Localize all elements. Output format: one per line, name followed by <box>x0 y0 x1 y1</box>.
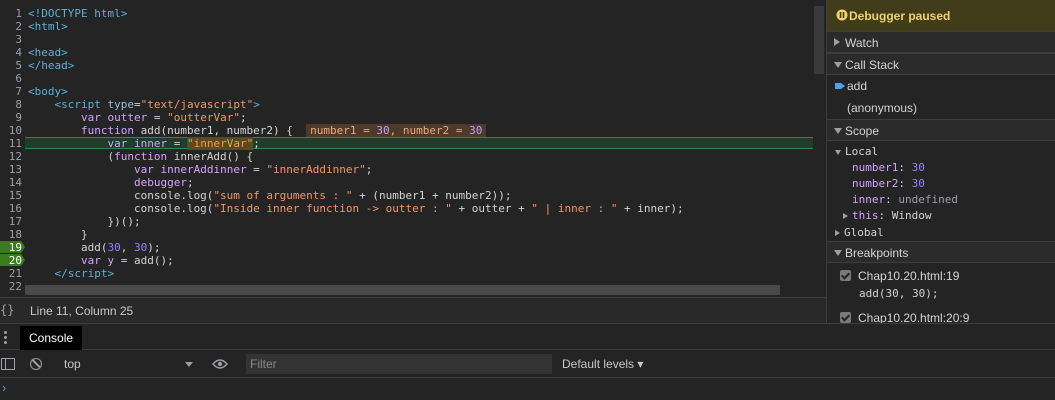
line-number[interactable]: 7 <box>0 85 22 98</box>
code-line: })(); <box>28 215 141 228</box>
line-number[interactable]: 15 <box>0 189 22 202</box>
breakpoint-checkbox[interactable] <box>840 312 851 323</box>
scope-global[interactable]: Global <box>835 226 884 239</box>
code-line: var inner = "innerVar"; <box>107 137 260 150</box>
pause-icon <box>836 9 848 21</box>
line-number[interactable]: 11 <box>0 137 22 150</box>
code-line: <!DOCTYPE html> <box>28 7 128 20</box>
context-selector[interactable]: top <box>64 357 81 371</box>
breakpoints-label: Breakpoints <box>845 246 909 260</box>
scope-var-number2[interactable]: number2: 30 <box>852 177 925 190</box>
code-line: (function innerAdd() { <box>28 150 254 163</box>
devtools-window: 1 2 3 4 5 6 7 8 9 10 11 12 13 14 15 16 17 18 19 20 21 22 <!DO… <box>0 0 1055 400</box>
tab-console[interactable]: Console <box>20 326 83 350</box>
pretty-print-button[interactable]: {} <box>0 303 20 317</box>
scope-var-number1[interactable]: number1: 30 <box>852 161 925 174</box>
console-prompt[interactable]: › <box>2 380 6 395</box>
chevron-down-icon <box>834 250 842 256</box>
cursor-position: Line 11, Column 25 <box>30 304 134 318</box>
line-number[interactable]: 1 <box>0 7 22 20</box>
line-number[interactable]: 6 <box>0 72 22 85</box>
line-number[interactable]: 18 <box>0 228 22 241</box>
code-line: var innerAddinner = "innerAddinner"; <box>133 163 373 176</box>
breakpoint-code: add(30, 30); <box>859 287 939 300</box>
clear-console-icon[interactable] <box>30 358 42 370</box>
chevron-down-icon <box>834 62 842 68</box>
chevron-right-icon <box>834 38 840 46</box>
scope-section-header[interactable]: Scope <box>827 119 1055 141</box>
log-levels-dropdown[interactable]: Default levels ▾ <box>562 357 643 371</box>
scope-var-this[interactable]: this: Window <box>843 209 932 222</box>
current-frame-arrow-icon <box>835 83 845 89</box>
line-number[interactable]: 13 <box>0 163 22 176</box>
source-editor[interactable]: 1 2 3 4 5 6 7 8 9 10 11 12 13 14 15 16 17 18 19 20 21 22 <!DO… <box>0 0 826 297</box>
callstack-frame-add[interactable]: add <box>847 79 867 93</box>
line-number[interactable]: 10 <box>0 124 22 137</box>
chevron-right-icon <box>843 213 848 219</box>
more-tabs-icon[interactable] <box>4 330 10 344</box>
code-line: console.log("sum of arguments : " + (num… <box>28 189 512 202</box>
breakpoint-location[interactable]: Chap10.20.html:19 <box>858 269 959 283</box>
code-line: <html> <box>28 20 68 33</box>
line-number[interactable]: 14 <box>0 176 22 189</box>
watch-label: Watch <box>845 36 879 50</box>
scope-label: Scope <box>845 124 880 138</box>
code-line: </head> <box>28 59 75 72</box>
console-drawer: Console top Default levels ▾ › <box>0 323 1055 400</box>
breakpoint-location[interactable]: Chap10.20.html:20:9 <box>858 311 969 323</box>
code-line: <script type="text/javascript"> <box>54 98 260 111</box>
show-sidebar-icon[interactable] <box>1 358 15 370</box>
callstack-frame-anonymous[interactable]: (anonymous) <box>847 101 917 115</box>
line-number[interactable]: 2 <box>0 20 22 33</box>
chevron-down-icon[interactable] <box>185 362 193 367</box>
line-number[interactable]: 20 <box>0 254 22 267</box>
code-line: var outter = "outterVar"; <box>80 111 247 124</box>
callstack-label: Call Stack <box>845 58 900 72</box>
line-number-gutter[interactable]: 1 2 3 4 5 6 7 8 9 10 11 12 13 14 15 16 17 18 19 20 21 22 <box>0 0 25 297</box>
horizontal-scrollbar[interactable] <box>25 285 780 295</box>
line-number[interactable]: 21 <box>0 267 22 280</box>
line-number[interactable]: 19 <box>0 241 22 254</box>
chevron-down-icon <box>835 149 841 155</box>
line-number[interactable]: 4 <box>0 46 22 59</box>
line-number[interactable]: 17 <box>0 215 22 228</box>
line-number[interactable]: 9 <box>0 111 22 124</box>
chevron-right-icon <box>835 230 840 236</box>
code-line: <head> <box>28 46 68 59</box>
code-line: console.log("Inside inner function -> ou… <box>28 202 684 215</box>
code-line: add(30, 30); <box>28 241 161 254</box>
line-number[interactable]: 5 <box>0 59 22 72</box>
scope-var-inner[interactable]: inner: undefined <box>852 193 958 206</box>
code-line: function add(number1, number2) { number1… <box>28 124 487 137</box>
callstack-section-header[interactable]: Call Stack <box>827 53 1055 75</box>
code-line: </script> <box>54 267 115 280</box>
code-line: var y = add(); <box>80 254 174 267</box>
drawer-tabbar: Console <box>0 324 1055 350</box>
eye-icon[interactable] <box>212 359 228 369</box>
paused-label: Debugger paused <box>849 9 951 23</box>
chevron-down-icon <box>834 128 842 134</box>
line-number[interactable]: 16 <box>0 202 22 215</box>
code-line: debugger; <box>133 176 194 189</box>
line-number[interactable]: 8 <box>0 98 22 111</box>
code-line: } <box>28 228 88 241</box>
paused-banner: Debugger paused <box>827 0 1055 31</box>
editor-status-bar: {} Line 11, Column 25 <box>0 297 826 323</box>
debugger-sidebar: Debugger paused Watch Call Stack add (an… <box>826 0 1055 323</box>
console-toolbar: top Default levels ▾ <box>0 350 1055 378</box>
line-number[interactable]: 3 <box>0 33 22 46</box>
line-number[interactable]: 12 <box>0 150 22 163</box>
breakpoint-checkbox[interactable] <box>840 270 851 281</box>
scope-local[interactable]: Local <box>835 145 878 158</box>
code-line: <body> <box>28 85 68 98</box>
watch-section-header[interactable]: Watch <box>827 31 1055 53</box>
vertical-scrollbar-thumb[interactable] <box>814 6 824 74</box>
breakpoints-section-header[interactable]: Breakpoints <box>827 241 1055 263</box>
line-number[interactable]: 22 <box>0 280 22 293</box>
console-filter-input[interactable] <box>246 354 552 374</box>
